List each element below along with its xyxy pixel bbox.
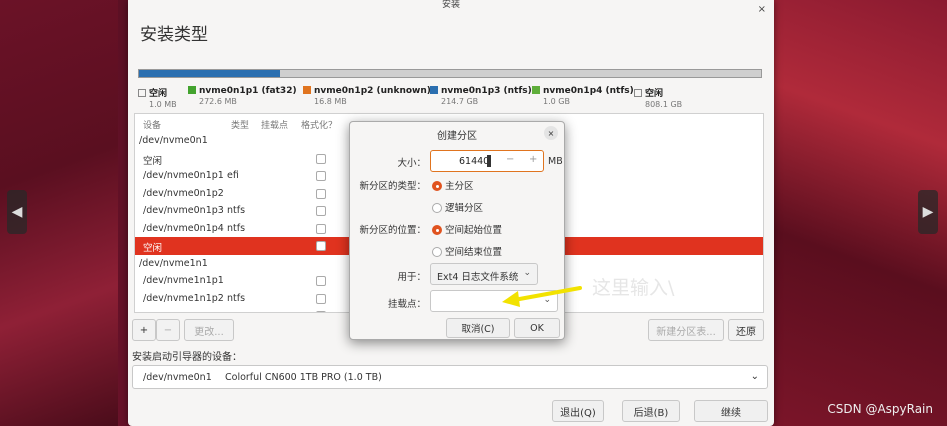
revert-button[interactable]: 还原 — [728, 319, 764, 341]
size-unit: MB — [548, 156, 563, 167]
format-checkbox[interactable] — [316, 276, 326, 286]
size-input[interactable]: 61440 − + — [430, 150, 544, 172]
disk-bar-segment-free — [280, 70, 761, 77]
boot-device-path: /dev/nvme0n1 — [143, 372, 212, 383]
dialog-close-icon[interactable]: × — [544, 126, 558, 140]
size-decrement-button[interactable]: − — [506, 154, 514, 165]
legend-swatch — [634, 89, 642, 97]
disk-bar-segment-used — [139, 70, 281, 77]
text-caret — [487, 155, 491, 167]
page-title: 安装类型 — [140, 25, 208, 45]
header-mount[interactable]: 挂载点 — [261, 118, 288, 131]
legend-item: 空闲 808.1 GB — [634, 86, 682, 109]
format-checkbox[interactable] — [316, 293, 326, 304]
legend-item: nvme0n1p2 (unknown) 16.8 MB — [303, 86, 431, 106]
format-checkbox[interactable] — [316, 188, 326, 199]
radio-location-end[interactable]: 空间结束位置 — [432, 244, 502, 258]
use-as-label: 用于： — [397, 272, 426, 283]
boot-device-label: 安装启动引导器的设备： — [132, 352, 242, 363]
next-image-button[interactable]: ▶ — [918, 190, 938, 234]
format-checkbox[interactable] — [316, 311, 326, 312]
window-titlebar: 安装 × — [128, 0, 774, 15]
continue-button[interactable]: 继续 — [694, 400, 768, 422]
legend-swatch — [430, 86, 438, 94]
header-device[interactable]: 设备 — [143, 118, 161, 131]
quit-button[interactable]: 退出(Q) — [552, 400, 604, 422]
radio-checked-icon — [432, 225, 442, 235]
type-label: 新分区的类型： — [359, 181, 426, 192]
size-increment-button[interactable]: + — [529, 154, 537, 165]
boot-device-select[interactable]: /dev/nvme0n1 Colorful CN600 1TB PRO (1.0… — [132, 365, 768, 389]
cancel-button[interactable]: 取消(C) — [446, 318, 510, 338]
radio-unchecked-icon — [432, 203, 442, 213]
annotation-text: 这里输入\ — [592, 277, 675, 299]
mount-point-label: 挂载点： — [387, 299, 426, 310]
radio-unchecked-icon — [432, 247, 442, 257]
legend-item: 空闲 1.0 MB — [138, 86, 177, 109]
chevron-down-icon: ⌄ — [523, 268, 531, 278]
remove-partition-button[interactable]: − — [156, 319, 180, 341]
window-title: 安装 — [441, 0, 460, 10]
new-partition-table-button[interactable]: 新建分区表... — [648, 319, 724, 341]
legend-swatch — [303, 86, 311, 94]
boot-device-desc: Colorful CN600 1TB PRO (1.0 TB) — [225, 372, 382, 383]
radio-location-start[interactable]: 空间起始位置 — [432, 222, 502, 236]
location-label: 新分区的位置： — [359, 225, 426, 236]
chevron-down-icon: ⌄ — [750, 371, 759, 382]
legend-swatch — [532, 86, 540, 94]
format-checkbox[interactable] — [316, 171, 326, 181]
ok-button[interactable]: OK — [514, 318, 560, 338]
radio-primary[interactable]: 主分区 — [432, 178, 474, 192]
format-checkbox[interactable] — [316, 206, 326, 216]
disk-usage-bar — [138, 69, 762, 78]
legend-item: nvme0n1p4 (ntfs) 1.0 GB — [532, 86, 634, 106]
prev-image-button[interactable]: ◀ — [7, 190, 27, 234]
annotation-arrow-icon — [502, 286, 582, 307]
header-format[interactable]: 格式化？ — [301, 118, 337, 131]
legend-swatch — [138, 89, 146, 97]
back-button[interactable]: 后退(B) — [622, 400, 680, 422]
change-partition-button[interactable]: 更改... — [184, 319, 234, 341]
format-checkbox[interactable] — [316, 223, 326, 234]
window-close-icon[interactable]: × — [758, 4, 766, 15]
dialog-title: 创建分区 — [437, 131, 477, 142]
format-checkbox[interactable] — [316, 241, 326, 251]
header-type[interactable]: 类型 — [231, 118, 249, 131]
radio-logical[interactable]: 逻辑分区 — [432, 200, 483, 214]
watermark: CSDN @AspyRain — [827, 402, 933, 416]
legend-swatch — [188, 86, 196, 94]
radio-checked-icon — [432, 181, 442, 191]
add-partition-button[interactable]: + — [132, 319, 156, 341]
format-checkbox[interactable] — [316, 153, 326, 164]
legend-item: nvme0n1p1 (fat32) 272.6 MB — [188, 86, 297, 106]
size-value: 61440 — [459, 156, 490, 167]
size-label: 大小： — [397, 158, 426, 169]
legend-item: nvme0n1p3 (ntfs) 214.7 GB — [430, 86, 532, 106]
